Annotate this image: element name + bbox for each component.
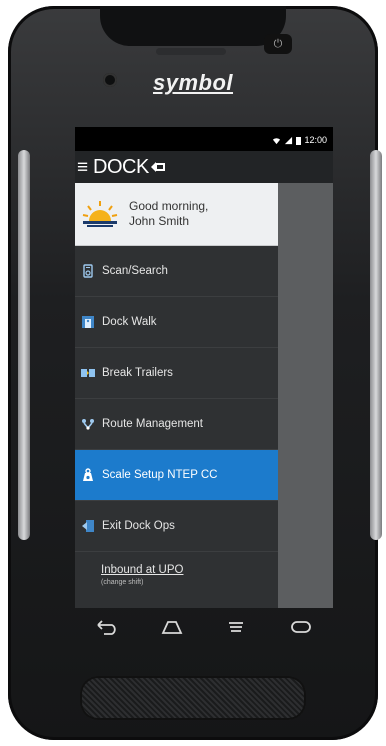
status-time: 12:00: [304, 135, 327, 145]
content-area: Good morning, John Smith Scan/Search Doc…: [75, 183, 333, 608]
hamburger-menu-icon[interactable]: ≡: [77, 158, 91, 177]
change-shift-link[interactable]: (change shift): [101, 579, 278, 586]
menu-item-break-trailers[interactable]: Break Trailers: [75, 348, 278, 399]
menu-item-label: Dock Walk: [102, 316, 157, 328]
app-title: DOCK: [93, 155, 149, 178]
brand-logo: symbol: [152, 70, 234, 95]
wifi-icon: [273, 137, 281, 144]
dock-walk-icon: [82, 316, 94, 328]
menu-item-label: Route Management: [102, 418, 204, 430]
back-icon[interactable]: [94, 617, 120, 637]
search-icon[interactable]: [288, 617, 314, 637]
greeting-line: Good morning,: [129, 199, 209, 213]
menu-item-exit-dock-ops[interactable]: Exit Dock Ops: [75, 501, 278, 552]
break-trailers-icon: [81, 369, 95, 377]
scale-icon: [83, 468, 93, 481]
menu-item-scale-setup[interactable]: Scale Setup NTEP CC: [75, 450, 278, 501]
menu-icon[interactable]: [223, 617, 249, 637]
speaker-grille: [80, 676, 306, 720]
menu-item-scan-search[interactable]: Scan/Search: [75, 246, 278, 297]
scan-icon: [83, 264, 93, 278]
app-bar: ≡ DOCK: [75, 151, 333, 183]
status-bar: 12:00: [75, 127, 333, 151]
side-rail-right: [370, 150, 382, 540]
navigation-drawer: Good morning, John Smith Scan/Search Doc…: [75, 183, 278, 608]
user-name: John Smith: [129, 214, 190, 228]
home-icon[interactable]: [159, 617, 185, 637]
menu-item-label: Break Trailers: [102, 367, 173, 379]
menu-item-dock-walk[interactable]: Dock Walk: [75, 297, 278, 348]
main-content-dimmed[interactable]: [278, 183, 333, 608]
shift-selector[interactable]: Inbound at UPO (change shift): [75, 552, 278, 586]
greeting-header: Good morning, John Smith: [75, 183, 278, 246]
signal-icon: [285, 136, 293, 144]
greeting-text: Good morning, John Smith: [129, 199, 208, 229]
drawer-menu: Scan/Search Dock Walk Break Trailers Rou…: [75, 246, 278, 552]
android-nav-bar: [75, 604, 333, 650]
power-button[interactable]: ⏻: [264, 34, 292, 54]
battery-icon: [296, 136, 302, 145]
menu-item-route-management[interactable]: Route Management: [75, 399, 278, 450]
exit-icon: [82, 520, 94, 532]
screen: 12:00 ≡ DOCK Good morning, John Smith Sc…: [75, 127, 333, 608]
top-bezel: [100, 6, 286, 46]
sunrise-icon: [82, 201, 118, 227]
menu-item-label: Scan/Search: [102, 265, 168, 277]
truck-logo-icon: [150, 162, 165, 172]
earpiece-speaker: [156, 48, 226, 55]
status-icons: 12:00: [272, 135, 327, 145]
menu-item-label: Scale Setup NTEP CC: [102, 469, 218, 481]
shift-title[interactable]: Inbound at UPO: [101, 564, 278, 576]
side-rail-left: [18, 150, 30, 540]
menu-item-label: Exit Dock Ops: [102, 520, 175, 532]
route-icon: [82, 419, 94, 430]
